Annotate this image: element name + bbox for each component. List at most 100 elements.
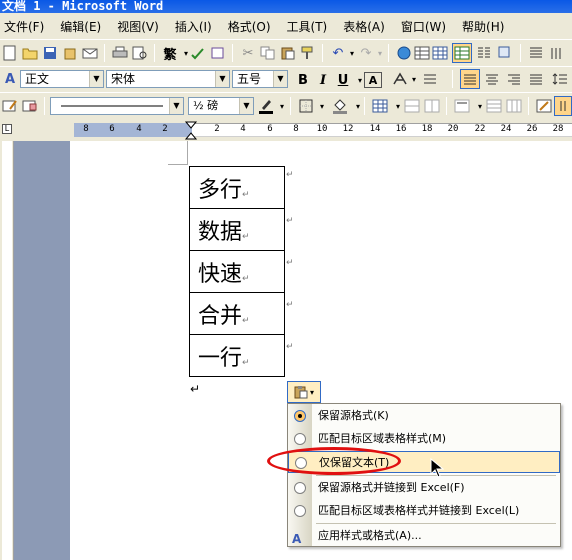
separator <box>528 97 529 115</box>
paste-option-keep-source[interactable]: 保留源格式(K) <box>288 405 560 427</box>
email-icon[interactable] <box>82 45 98 61</box>
vertical-ruler[interactable] <box>0 141 14 560</box>
print-preview-icon[interactable] <box>132 45 148 61</box>
paste-icon[interactable] <box>280 45 296 61</box>
chevron-down-icon[interactable]: ▾ <box>274 98 290 114</box>
styles-formatting-icon[interactable]: A <box>2 71 18 87</box>
ruler-label: 14 <box>369 124 381 134</box>
menu-insert[interactable]: 插入(I) <box>175 18 212 35</box>
bold-button[interactable]: B <box>294 70 312 90</box>
chevron-down-icon[interactable]: ▾ <box>372 45 388 61</box>
autoformat-icon[interactable] <box>536 98 552 114</box>
tab-selector-icon[interactable]: L <box>2 124 12 134</box>
style-combo[interactable]: 正文 ▼ <box>20 70 104 88</box>
new-document-icon[interactable] <box>2 45 18 61</box>
menu-file[interactable]: 文件(F) <box>4 18 44 35</box>
chevron-down-icon[interactable]: ▼ <box>273 71 287 87</box>
menu-help[interactable]: 帮助(H) <box>462 18 504 35</box>
table-cell[interactable]: 快速↵ <box>189 250 285 293</box>
char-border-button[interactable]: A <box>364 72 382 88</box>
shading-color-icon[interactable] <box>332 98 348 114</box>
table-cell[interactable]: 多行↵ <box>189 166 285 209</box>
page-gap <box>14 141 70 560</box>
insert-table-grid-icon[interactable] <box>372 98 388 114</box>
table-cell[interactable]: 合并↵ <box>189 292 285 335</box>
chevron-down-icon[interactable]: ▼ <box>215 71 229 87</box>
standard-toolbar: 繁 ▾ ✂ ↶ ▾ ↷ ▾ <box>0 39 572 66</box>
menu-table[interactable]: 表格(A) <box>343 18 385 35</box>
distribute-rows-icon[interactable] <box>486 98 502 114</box>
table-cell[interactable]: 数据↵ <box>189 208 285 251</box>
split-cells-icon[interactable] <box>424 98 440 114</box>
paste-option-keep-source-link-excel[interactable]: 保留源格式并链接到 Excel(F) <box>288 477 560 499</box>
border-color-icon[interactable] <box>258 98 274 114</box>
radio-selected-icon <box>294 410 306 422</box>
cell-text: 一行 <box>198 345 243 371</box>
align-cell-icon[interactable] <box>454 98 470 114</box>
menu-format[interactable]: 格式(O) <box>228 18 271 35</box>
draw-table-icon[interactable] <box>2 98 18 114</box>
insert-excel-icon[interactable] <box>452 43 472 63</box>
align-justify-icon[interactable] <box>460 69 480 89</box>
horizontal-ruler[interactable]: 8 6 4 2 2 4 6 8 10 12 14 16 18 20 22 24 … <box>0 119 572 141</box>
line-weight-combo[interactable]: ½ 磅 ▼ <box>188 97 254 115</box>
eraser-icon[interactable] <box>22 98 38 114</box>
chevron-down-icon[interactable]: ▼ <box>169 98 183 114</box>
merge-cells-icon[interactable] <box>404 98 420 114</box>
research-icon[interactable] <box>210 45 226 61</box>
tables-borders-icon[interactable] <box>414 45 430 61</box>
drawing-icon[interactable] <box>498 45 514 61</box>
paste-option-apply-style[interactable]: A 应用样式或格式(A)... <box>288 525 560 547</box>
document-map-icon[interactable] <box>528 45 544 61</box>
line-spacing-icon[interactable] <box>552 71 568 87</box>
print-icon[interactable] <box>112 45 128 61</box>
distributed-align-icon[interactable] <box>528 71 544 87</box>
menu-edit[interactable]: 编辑(E) <box>60 18 101 35</box>
hyperlink-icon[interactable] <box>396 45 412 61</box>
table-row: 快速↵ <box>189 250 285 293</box>
menu-tools[interactable]: 工具(T) <box>287 18 328 35</box>
chevron-down-icon[interactable]: ▼ <box>89 71 103 87</box>
save-icon[interactable] <box>42 45 58 61</box>
word-table[interactable]: 多行↵ 数据↵ 快速↵ 合并↵ 一行↵ <box>189 166 285 377</box>
outside-border-icon[interactable] <box>298 98 314 114</box>
align-right-icon[interactable] <box>506 71 522 87</box>
format-painter-icon[interactable] <box>300 45 316 61</box>
font-combo[interactable]: 宋体 ▼ <box>106 70 230 88</box>
cell-end-mark: ↵ <box>242 231 250 242</box>
chevron-down-icon[interactable]: ▼ <box>239 98 253 114</box>
cell-end-mark: ↵ <box>242 357 250 368</box>
paste-options-button[interactable]: ▾ <box>287 381 321 403</box>
font-size-combo[interactable]: 五号 ▼ <box>232 70 288 88</box>
distributed-icon[interactable] <box>422 71 438 87</box>
chevron-down-icon[interactable]: ▾ <box>314 98 330 114</box>
separator <box>452 70 453 88</box>
copy-icon[interactable] <box>260 45 276 61</box>
distribute-columns-icon[interactable] <box>506 98 522 114</box>
open-folder-icon[interactable] <box>22 45 38 61</box>
indent-marker-icon[interactable] <box>185 121 197 141</box>
show-formatting-icon[interactable] <box>548 45 564 61</box>
columns-icon[interactable] <box>476 45 492 61</box>
spelling-icon[interactable] <box>190 45 206 61</box>
table-cell[interactable]: 一行↵ <box>189 334 285 377</box>
italic-button[interactable]: I <box>314 70 332 90</box>
permission-icon[interactable] <box>62 45 78 61</box>
cut-icon[interactable]: ✂ <box>240 45 256 61</box>
paste-option-match-style-link-excel[interactable]: 匹配目标区域表格样式并链接到 Excel(L) <box>288 500 560 522</box>
insert-table-icon[interactable] <box>432 45 448 61</box>
row-end-mark: ↵ <box>286 258 294 268</box>
separator <box>290 97 291 115</box>
chevron-down-icon[interactable]: ▾ <box>406 71 422 87</box>
line-style-combo[interactable]: ▼ <box>50 97 184 115</box>
align-center-icon[interactable] <box>484 71 500 87</box>
menu-view[interactable]: 视图(V) <box>117 18 159 35</box>
text-direction-icon[interactable] <box>554 96 572 116</box>
traditional-chinese-icon[interactable]: 繁 <box>162 45 178 63</box>
paste-options-menu: 保留源格式(K) 匹配目标区域表格样式(M) 仅保留文本(T) 保留源格式并链接… <box>287 403 561 547</box>
separator <box>44 97 45 115</box>
underline-button[interactable]: U <box>334 70 352 90</box>
radio-icon <box>294 433 306 445</box>
menu-window[interactable]: 窗口(W) <box>401 18 446 35</box>
ruler-label: 24 <box>500 124 512 134</box>
